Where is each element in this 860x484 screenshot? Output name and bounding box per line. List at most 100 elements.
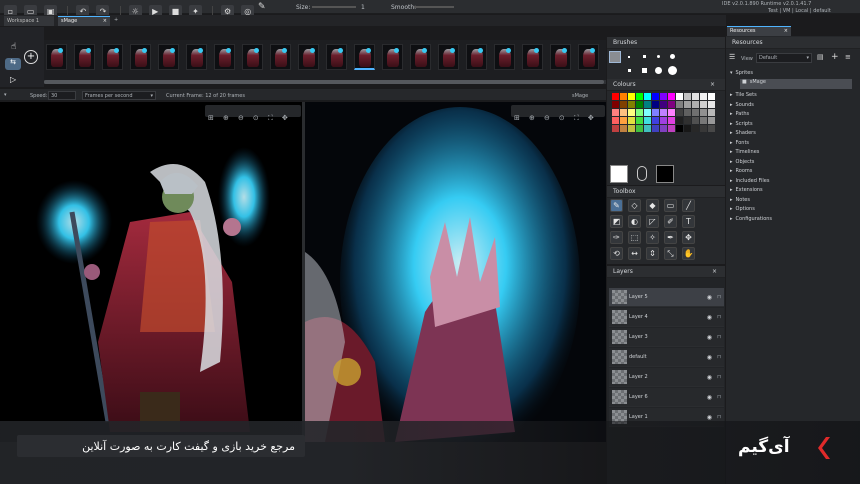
palette-swatch[interactable] (692, 125, 699, 132)
palette-swatch[interactable] (708, 93, 715, 100)
palette-swatch[interactable] (684, 101, 691, 108)
palette-swatch[interactable] (660, 109, 667, 116)
layer-row[interactable]: Layer 3 ◉ ⊓ (609, 328, 724, 347)
palette-swatch[interactable] (644, 101, 651, 108)
palette-swatch[interactable] (636, 125, 643, 132)
frame-thumbnail[interactable] (298, 44, 319, 70)
frame-thumbnail[interactable] (466, 44, 487, 70)
palette-swatch[interactable] (636, 101, 643, 108)
resource-folder[interactable]: ▸ Configurations (730, 216, 772, 222)
rectangle-icon[interactable]: ◩ (610, 215, 623, 228)
palette-swatch[interactable] (652, 93, 659, 100)
resource-folder[interactable]: ▸ Included Files (730, 178, 769, 184)
brush-icon[interactable]: ✑ (610, 231, 623, 244)
pan-tool-icon[interactable]: ✋ (682, 247, 695, 260)
tab-close-icon[interactable]: × (103, 17, 107, 26)
grid-icon[interactable]: ⊞ (514, 114, 520, 122)
palette-swatch[interactable] (644, 93, 651, 100)
palette-swatch[interactable] (660, 101, 667, 108)
smooth-slider[interactable] (414, 6, 454, 8)
grid-icon[interactable]: ⊞ (208, 114, 214, 122)
palette-swatch[interactable] (628, 109, 635, 116)
canvas-view-right[interactable] (305, 102, 606, 442)
palette-swatch[interactable] (684, 125, 691, 132)
frame-thumbnail[interactable] (326, 44, 347, 70)
palette-swatch[interactable] (636, 117, 643, 124)
palette-swatch[interactable] (660, 93, 667, 100)
frame-thumbnail[interactable] (242, 44, 263, 70)
resource-folder[interactable]: ▸ Paths (730, 111, 749, 117)
onion-skin-icon[interactable]: ⇆ (5, 58, 21, 70)
palette-swatch[interactable] (668, 117, 675, 124)
palette-swatch[interactable] (692, 117, 699, 124)
select-icon[interactable]: ▭ (664, 199, 677, 212)
tab-resources[interactable]: Resources × (727, 26, 791, 36)
frame-thumbnail[interactable] (158, 44, 179, 70)
layer-row[interactable]: Layer 6 ◉ ⊓ (609, 388, 724, 407)
view-dropdown[interactable]: Default ▾ (756, 53, 812, 63)
palette-swatch[interactable] (620, 125, 627, 132)
resource-folder[interactable]: ▸ Notes (730, 197, 750, 203)
marquee-icon[interactable]: ⬚ (628, 231, 641, 244)
palette-swatch[interactable] (628, 93, 635, 100)
frame-thumbnail[interactable] (438, 44, 459, 70)
resource-folder[interactable]: ▸ Objects (730, 159, 754, 165)
visibility-eye-icon[interactable]: ◉ (707, 314, 712, 321)
palette-swatch[interactable] (612, 125, 619, 132)
frame-thumbnail[interactable] (186, 44, 207, 70)
zoom-reset-icon[interactable]: ⊙ (559, 114, 565, 122)
tab-close-icon[interactable]: × (784, 27, 788, 36)
brush-pencil-icon[interactable]: ✎ (258, 2, 266, 12)
line-icon[interactable]: ╱ (682, 199, 695, 212)
add-frame-icon[interactable]: + (24, 50, 38, 64)
palette-swatch[interactable] (620, 93, 627, 100)
palette-swatch[interactable] (668, 125, 675, 132)
palette-swatch[interactable] (644, 109, 651, 116)
primary-colour-swatch[interactable] (610, 165, 628, 183)
resource-folder[interactable]: ▸ Sounds (730, 102, 754, 108)
palette-swatch[interactable] (700, 101, 707, 108)
zoom-reset-icon[interactable]: ⊙ (253, 114, 259, 122)
palette-swatch[interactable] (700, 117, 707, 124)
frame-thumbnail[interactable] (214, 44, 235, 70)
fit-icon[interactable]: ⛶ (574, 114, 579, 122)
move-icon[interactable]: ✥ (682, 231, 695, 244)
brush-dot-6[interactable] (642, 68, 647, 73)
palette-swatch[interactable] (700, 93, 707, 100)
palette-swatch[interactable] (708, 117, 715, 124)
frame-thumbnail[interactable] (74, 44, 95, 70)
palette-swatch[interactable] (708, 101, 715, 108)
visibility-eye-icon[interactable]: ◉ (707, 294, 712, 301)
palette-swatch[interactable] (636, 93, 643, 100)
layer-row[interactable]: Layer 4 ◉ ⊓ (609, 308, 724, 327)
resource-folder[interactable]: ▸ Timelines (730, 149, 759, 155)
zoom-in-icon[interactable]: ⊕ (529, 114, 535, 122)
resource-folder[interactable]: ▸ Options (730, 206, 755, 212)
palette-swatch[interactable] (692, 93, 699, 100)
palette-swatch[interactable] (676, 125, 683, 132)
palette-swatch[interactable] (636, 109, 643, 116)
mirror-icon[interactable]: ⇕ (646, 247, 659, 260)
palette-swatch[interactable] (660, 117, 667, 124)
palette-swatch[interactable] (692, 101, 699, 108)
palette-swatch[interactable] (668, 101, 675, 108)
palette-swatch[interactable] (652, 109, 659, 116)
eraser-icon[interactable]: ◇ (628, 199, 641, 212)
polygon-icon[interactable]: ◸ (646, 215, 659, 228)
palette-swatch[interactable] (652, 101, 659, 108)
fit-icon[interactable]: ⛶ (268, 114, 273, 122)
brush-dot-2[interactable] (643, 55, 646, 58)
brush-square-1[interactable] (609, 51, 621, 63)
layer-row[interactable]: Layer 2 ◉ ⊓ (609, 368, 724, 387)
zoom-in-icon[interactable]: ⊕ (223, 114, 229, 122)
palette-swatch[interactable] (612, 93, 619, 100)
palette-swatch[interactable] (676, 109, 683, 116)
lock-icon[interactable]: ⊓ (717, 414, 721, 420)
size-slider[interactable] (312, 6, 356, 8)
palette-swatch[interactable] (612, 101, 619, 108)
resource-folder[interactable]: ▸ Shaders (730, 130, 756, 136)
fill-icon[interactable]: ◆ (646, 199, 659, 212)
new-tab-icon[interactable]: + (114, 17, 118, 23)
visibility-eye-icon[interactable]: ◉ (707, 414, 712, 421)
frame-thumbnail[interactable] (354, 44, 375, 70)
